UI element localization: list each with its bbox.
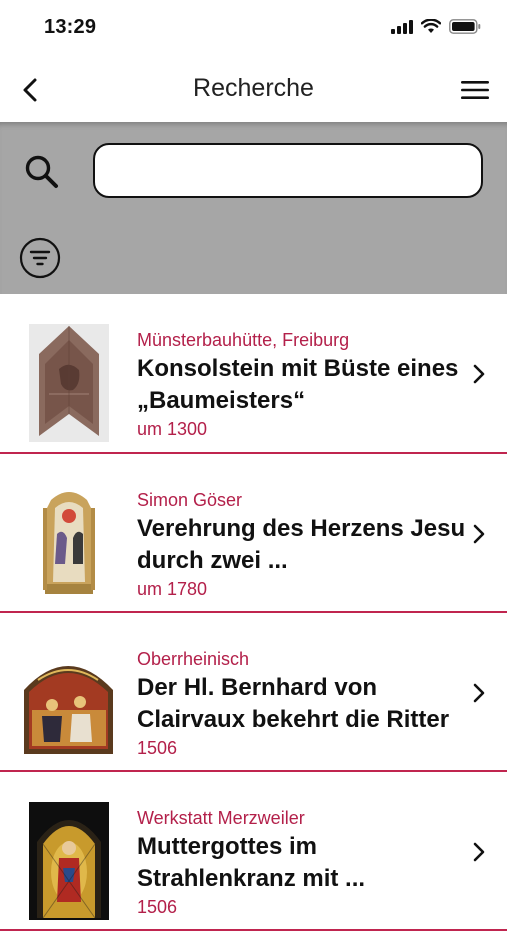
signal-icon bbox=[391, 19, 413, 34]
chevron-right-icon bbox=[473, 842, 485, 862]
search-icon[interactable] bbox=[22, 152, 62, 192]
item-artist: Werkstatt Merzweiler bbox=[137, 808, 305, 828]
chevron-right-icon bbox=[473, 524, 485, 544]
menu-button[interactable] bbox=[457, 72, 493, 108]
page-title: Recherche bbox=[193, 74, 314, 102]
item-text: Münsterbauhütte, Freiburg Konsolstein mi… bbox=[137, 329, 469, 440]
artwork-image-stained-glass bbox=[28, 802, 109, 920]
item-text: Oberrheinisch Der Hl. Bernhard von Clair… bbox=[137, 648, 469, 759]
artwork-image-altar bbox=[28, 484, 109, 602]
item-title: Der Hl. Bernhard von Clairvaux bekehrt d… bbox=[137, 674, 450, 733]
item-date: um 1780 bbox=[137, 579, 208, 599]
artwork-image-painting bbox=[24, 665, 113, 754]
result-list: Münsterbauhütte, Freiburg Konsolstein mi… bbox=[0, 294, 507, 931]
chevron-right-icon bbox=[473, 364, 485, 384]
item-artist: Oberrheinisch bbox=[137, 649, 250, 669]
nav-bar: Recherche bbox=[0, 58, 507, 122]
list-item[interactable]: Simon Göser Verehrung des Herzens Jesu d… bbox=[0, 454, 507, 613]
item-title: Verehrung des Herzens Jesu durch zwei ..… bbox=[137, 515, 466, 574]
item-title: Muttergottes im Strahlenkranz mit ... bbox=[137, 833, 366, 892]
item-date: 1506 bbox=[137, 897, 178, 917]
search-input[interactable] bbox=[93, 143, 483, 198]
filter-icon[interactable] bbox=[19, 237, 61, 279]
status-time: 13:29 bbox=[44, 16, 97, 38]
chevron-right-icon bbox=[473, 683, 485, 703]
artwork-thumbnail bbox=[22, 324, 115, 442]
item-artist: Simon Göser bbox=[137, 490, 243, 510]
item-date: um 1300 bbox=[137, 419, 208, 439]
artwork-image-stone bbox=[28, 324, 109, 442]
item-artist: Münsterbauhütte, Freiburg bbox=[137, 330, 350, 350]
item-text: Simon Göser Verehrung des Herzens Jesu d… bbox=[137, 489, 469, 600]
item-text: Werkstatt Merzweiler Muttergottes im Str… bbox=[137, 807, 469, 918]
item-title: Konsolstein mit Büste eines „Baumeisters… bbox=[137, 355, 459, 414]
item-date: 1506 bbox=[137, 738, 178, 758]
wifi-icon bbox=[421, 19, 441, 33]
status-bar: 13:29 bbox=[0, 0, 507, 58]
status-icons bbox=[391, 19, 481, 34]
list-item[interactable]: Werkstatt Merzweiler Muttergottes im Str… bbox=[0, 772, 507, 931]
search-panel bbox=[0, 122, 507, 294]
artwork-thumbnail bbox=[22, 643, 115, 761]
list-item[interactable]: Oberrheinisch Der Hl. Bernhard von Clair… bbox=[0, 613, 507, 772]
list-item[interactable]: Münsterbauhütte, Freiburg Konsolstein mi… bbox=[0, 294, 507, 454]
artwork-thumbnail bbox=[22, 802, 115, 920]
hamburger-menu-icon bbox=[461, 81, 489, 99]
battery-icon bbox=[449, 19, 481, 34]
artwork-thumbnail bbox=[22, 484, 115, 602]
